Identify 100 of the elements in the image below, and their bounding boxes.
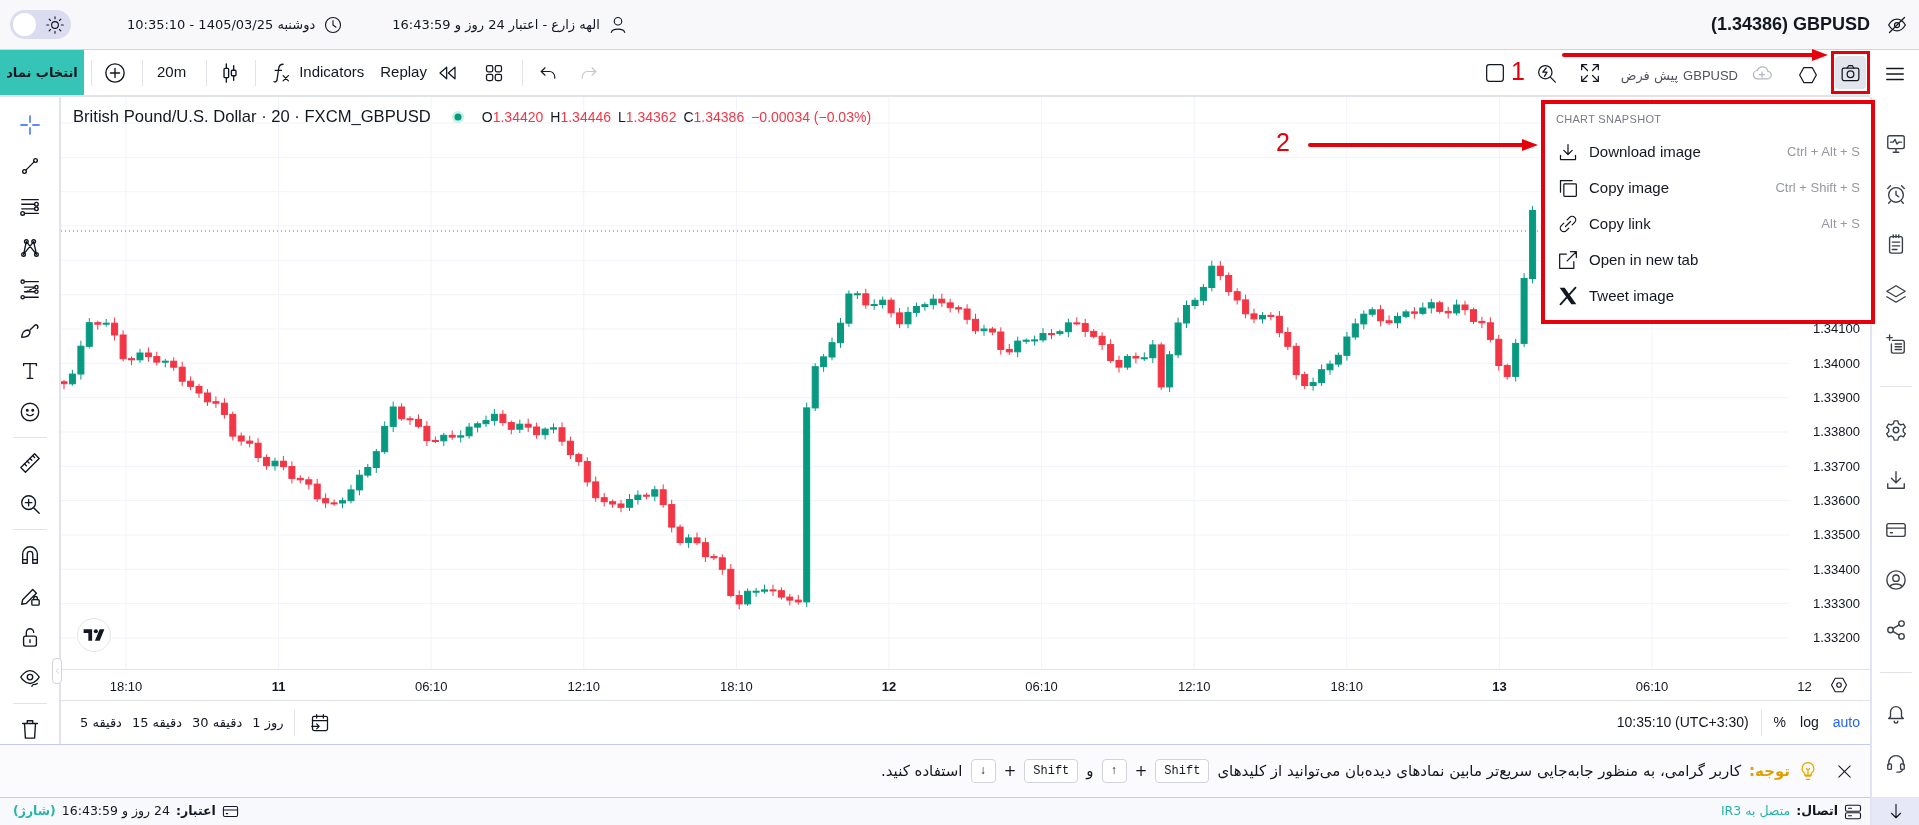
symbol-title[interactable]: British Pound/U.S. Dollar · 20 · FXCM_GBPUSD [73, 105, 431, 130]
scroll-down-button[interactable] [1872, 797, 1919, 825]
link-icon [1558, 214, 1578, 234]
time-label: 12:10 [567, 678, 601, 696]
time-label: 12 [1797, 678, 1812, 696]
ohlc-value: L1.34362 [618, 107, 677, 127]
indicators-button[interactable]: Indicators [270, 61, 365, 84]
external-link-icon [1558, 250, 1578, 270]
time-label: 18:10 [109, 678, 143, 696]
camera-icon [1840, 62, 1861, 83]
connection-label: اتصال: [1796, 802, 1838, 821]
ohlc-value: H1.34446 [550, 107, 612, 127]
price-change: −0.00034 (−0.03%) [751, 107, 872, 127]
timeframe-button[interactable]: 15 دقیقه [131, 712, 183, 733]
time-label: 13 [1492, 678, 1507, 696]
grid-icon[interactable] [483, 62, 504, 83]
time-label: 11 [271, 678, 286, 696]
keyboard-key: ↑ [1101, 759, 1127, 783]
timeframe-button[interactable]: 5 دقیقه [80, 712, 122, 733]
price-label: 1.34000 [1813, 354, 1860, 373]
copy-icon [1558, 178, 1578, 198]
lightning-magnifier-icon[interactable] [1536, 62, 1557, 83]
level-lines-icon[interactable] [18, 277, 41, 300]
notice-text: + [1134, 760, 1148, 782]
ohlc-value: C1.34386 [683, 107, 745, 127]
user-icon[interactable] [608, 15, 627, 34]
user-circle-icon[interactable] [1884, 569, 1907, 591]
time-label: 12 [881, 678, 897, 696]
time-label: 06:10 [1635, 678, 1669, 696]
square-icon[interactable] [1484, 62, 1505, 83]
price-label: 1.33500 [1813, 526, 1860, 545]
menu-item[interactable]: Download image Ctrl + Alt + S [1545, 134, 1871, 170]
clock-icon [324, 15, 343, 34]
chevron-left-icon [53, 666, 61, 676]
card-icon [221, 803, 239, 820]
settings-icon[interactable] [1830, 676, 1848, 694]
timeframe-button[interactable]: 1 روز [252, 712, 284, 733]
keyboard-key: ↓ [970, 759, 996, 783]
theme-toggle[interactable] [10, 10, 71, 39]
scale-button[interactable]: % [1773, 712, 1787, 733]
menu-item[interactable]: Copy image Ctrl + Shift + S [1545, 170, 1871, 206]
connection-value: متصل به IR3 [1720, 802, 1791, 821]
shortcut-text: Ctrl + Alt + S [1787, 143, 1860, 162]
headset-icon[interactable] [1884, 752, 1907, 774]
price-label: 1.33700 [1813, 457, 1860, 476]
plus-circle-icon[interactable] [104, 61, 126, 84]
price-label: 1.33900 [1813, 389, 1860, 408]
notice-text: استفاده کنید. [880, 760, 963, 782]
notice-text: + [1003, 760, 1017, 782]
annotation-number: 2 [1276, 127, 1290, 157]
annotation-number: 1 [1511, 56, 1525, 86]
alarm-clock-icon[interactable] [1884, 183, 1907, 205]
layers-icon[interactable] [1884, 283, 1907, 305]
time-label: 06:10 [414, 678, 448, 696]
credit-label: اعتبار: [175, 802, 216, 821]
user-credit-text: الهه زارع - اعتبار 24 روز و 16:43:59 [392, 15, 600, 35]
connected-nodes-icon[interactable] [18, 236, 41, 259]
hexagon-icon[interactable] [1798, 64, 1818, 85]
symbol-select-button[interactable]: انتخاب نماد [0, 50, 84, 95]
scale-button[interactable]: log [1800, 712, 1819, 733]
monitor-pulse-icon[interactable] [1884, 133, 1907, 155]
timeframe-button[interactable]: 30 دقیقه [192, 712, 243, 733]
price-label: 1.33400 [1813, 560, 1860, 579]
credit-value: 24 روز و 16:43:59 [61, 802, 170, 821]
price-label: 1.33200 [1813, 629, 1860, 648]
x-logo-icon [1558, 286, 1578, 306]
status-dot-icon [451, 111, 464, 124]
clock-text: 10:35:10 (UTC+3:30) [1616, 713, 1749, 732]
time-label: 12:10 [1177, 678, 1211, 696]
share-icon[interactable] [1884, 619, 1907, 641]
menu-item[interactable]: Tweet image [1545, 278, 1871, 314]
notice-text: و [1086, 760, 1094, 782]
ohlc-value: O1.34420 [481, 107, 544, 127]
menu-item[interactable]: Copy link Alt + S [1545, 206, 1871, 242]
zoom-in-icon[interactable] [18, 492, 41, 515]
function-icon [270, 61, 292, 84]
shortcut-text: Ctrl + Shift + S [1775, 179, 1860, 198]
menu-item[interactable]: Open in new tab [1545, 242, 1871, 278]
notice-label: توجه: [1749, 760, 1790, 782]
scale-button[interactable]: auto [1832, 712, 1860, 733]
server-icon [1844, 802, 1862, 821]
keyboard-key: Shift [1024, 759, 1079, 783]
eye-slash-icon[interactable] [1887, 14, 1907, 35]
smiley-icon[interactable] [18, 400, 41, 423]
close-icon[interactable] [1836, 762, 1853, 780]
crosshair-icon[interactable] [18, 113, 41, 136]
add-list-icon[interactable] [1884, 333, 1907, 355]
settings-icon[interactable] [1884, 419, 1907, 441]
chart-logo-icon[interactable] [77, 618, 111, 652]
interval-button[interactable]: 20m [157, 61, 187, 84]
ruler-icon[interactable] [18, 451, 41, 474]
price-label: 1.34100 [1813, 320, 1860, 339]
symbol-quote: (1.34386) GBPUSD [1710, 13, 1870, 36]
notice-text: کاربر گرامی، به منظور جابه‌جایی سریع‌تر مابین نمادهای دیده‌بان می‌توانید از کلیدهای [1217, 760, 1742, 782]
collapse-handle[interactable] [52, 658, 62, 684]
download-icon[interactable] [1884, 469, 1907, 491]
price-label: 1.33600 [1813, 492, 1860, 511]
fullscreen-icon[interactable] [1579, 62, 1600, 83]
replay-button[interactable]: Replay [380, 61, 458, 84]
price-label: 1.33800 [1813, 423, 1860, 442]
